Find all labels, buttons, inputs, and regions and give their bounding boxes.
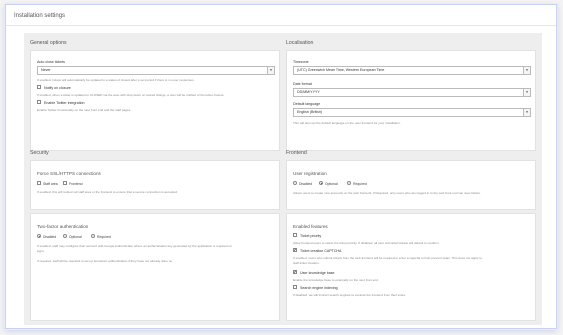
two-factor-required-radio[interactable]: [91, 234, 95, 238]
default-language-label: Default language: [293, 102, 321, 106]
date-format-label: Date format: [293, 82, 312, 86]
title-divider: [6, 25, 556, 26]
two-factor-optional-radio[interactable]: [63, 234, 67, 238]
registration-required-radio[interactable]: [347, 181, 351, 185]
registration-disabled-label: Disabled: [299, 181, 313, 186]
chevron-down-icon: ▾: [523, 109, 530, 116]
force-ssl-staff-label: Staff area: [43, 181, 58, 186]
search-indexing-checkbox[interactable]: [293, 285, 297, 289]
auto-close-help: If enabled, tickets will automatically b…: [37, 78, 195, 82]
captcha-help-2: staff ticket creation.: [293, 261, 320, 265]
page-title: Installation settings: [14, 13, 66, 19]
localisation-section-title: Localisation: [286, 40, 314, 46]
timezone-select[interactable]: (UTC) Greenwich Mean Time, Western Europ…: [293, 66, 531, 75]
registration-heading: User registration: [293, 171, 327, 176]
security-section-title: Security: [30, 150, 49, 156]
features-card: Enabled features Ticket priority Allow f…: [286, 213, 536, 321]
two-factor-required-label: Required: [97, 234, 111, 239]
notify-closure-checkbox[interactable]: [37, 85, 41, 89]
localisation-card: Timezone (UTC) Greenwich Mean Time, West…: [286, 50, 536, 151]
force-ssl-heading: Force SSL/HTTPS connections: [37, 171, 101, 176]
registration-required-label: Required: [353, 181, 367, 186]
force-ssl-staff-checkbox[interactable]: [37, 181, 41, 185]
timezone-value: (UTC) Greenwich Mean Time, Western Europ…: [297, 68, 385, 72]
two-factor-disabled-label: Disabled: [43, 234, 57, 239]
force-ssl-frontend-label: Frontend: [69, 181, 83, 186]
auto-close-select[interactable]: Never ▾: [37, 66, 275, 75]
two-factor-heading: Two-factor authentication: [37, 224, 89, 229]
registration-disabled-radio[interactable]: [293, 181, 297, 185]
twitter-help: Enable Twitter functionality on the user…: [37, 108, 132, 112]
knowledge-base-label: User knowledge base: [300, 270, 335, 275]
ticket-priority-checkbox[interactable]: [293, 233, 297, 237]
ticket-priority-help: Allow frontend users to select the ticke…: [293, 241, 440, 245]
registration-optional-radio[interactable]: [319, 181, 323, 185]
captcha-help: If enabled, users who submit tickets fro…: [293, 256, 482, 260]
frontend-section-title: Frontend: [286, 150, 307, 156]
registration-card: User registration Disabled Optional Requ…: [286, 160, 536, 210]
registration-optional-label: Optional: [325, 181, 338, 186]
twitter-label: Enable Twitter integration: [44, 100, 85, 105]
knowledge-base-checkbox[interactable]: ✔: [293, 270, 297, 274]
settings-window: Installation settings General options Au…: [5, 4, 557, 329]
auto-close-label: Auto close tickets: [37, 60, 65, 64]
captcha-label: Ticket creation CAPTCHA: [300, 248, 342, 253]
force-ssl-help: If enabled, this will redirect all staff…: [37, 190, 178, 194]
notify-closure-label: Notify on closure: [44, 85, 71, 90]
general-section-title: General options: [30, 40, 67, 46]
features-heading: Enabled features: [293, 224, 328, 229]
force-ssl-card: Force SSL/HTTPS connections Staff area F…: [30, 160, 280, 210]
settings-content: General options Auto close tickets Never…: [24, 33, 542, 325]
two-factor-help-2: If required, staff will be required to s…: [37, 259, 173, 263]
chevron-down-icon: ▾: [523, 89, 530, 96]
timezone-label: Timezone: [293, 60, 309, 64]
two-factor-help-1: If enabled, staff may configure their ac…: [37, 244, 232, 248]
twitter-checkbox[interactable]: [37, 100, 41, 104]
general-card: Auto close tickets Never ▾ If enabled, t…: [30, 50, 280, 151]
default-language-help: This will also set the default language …: [293, 121, 401, 125]
two-factor-optional-label: Optional: [69, 234, 82, 239]
knowledge-base-help: Enable the knowledge base to externally …: [293, 278, 379, 282]
default-language-select[interactable]: English (British) ▾: [293, 108, 531, 117]
two-factor-disabled-radio[interactable]: [37, 234, 41, 238]
captcha-checkbox[interactable]: ✔: [293, 248, 297, 252]
ticket-priority-label: Ticket priority: [300, 233, 322, 238]
date-format-value: DD/MM/YYYY: [297, 90, 320, 94]
search-indexing-help: If disabled, we will instruct search eng…: [293, 293, 406, 297]
registration-help: Allows users to create new accounts on t…: [293, 191, 481, 195]
two-factor-help-1b: login.: [37, 249, 45, 253]
search-indexing-label: Search engine indexing: [300, 285, 338, 290]
two-factor-card: Two-factor authentication Disabled Optio…: [30, 213, 280, 321]
default-language-value: English (British): [297, 110, 323, 114]
auto-close-value: Never: [41, 68, 51, 72]
force-ssl-frontend-checkbox[interactable]: [63, 181, 67, 185]
notify-closure-help: If enabled, when a ticket is updated to …: [37, 93, 225, 97]
chevron-down-icon: ▾: [267, 67, 274, 74]
chevron-down-icon: ▾: [523, 67, 530, 74]
date-format-select[interactable]: DD/MM/YYYY ▾: [293, 88, 531, 97]
